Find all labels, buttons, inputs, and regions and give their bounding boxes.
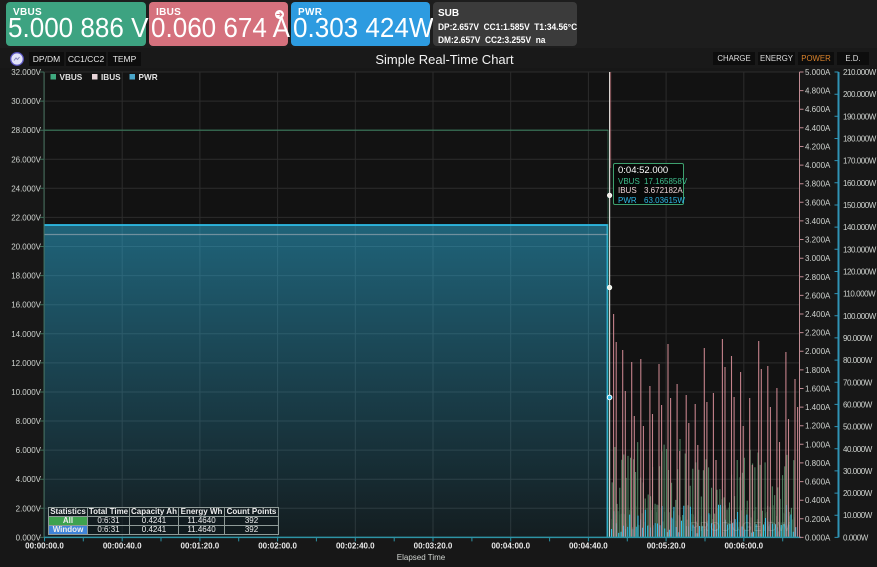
svg-text:8.000V: 8.000V (16, 417, 42, 426)
svg-text:140.000W: 140.000W (843, 223, 877, 232)
svg-text:3.800A: 3.800A (805, 180, 831, 189)
svg-text:190.000W: 190.000W (843, 112, 877, 121)
svg-text:Elapsed Time: Elapsed Time (397, 553, 446, 562)
svg-text:100.000W: 100.000W (843, 312, 877, 321)
svg-text:28.000V: 28.000V (11, 126, 41, 135)
svg-text:150.000W: 150.000W (843, 201, 877, 210)
svg-text:2.000V: 2.000V (16, 504, 42, 513)
svg-text:10.000W: 10.000W (843, 511, 873, 520)
svg-text:PWR: PWR (139, 73, 158, 82)
svg-text:2.000A: 2.000A (805, 347, 831, 356)
svg-text:1.200A: 1.200A (805, 422, 831, 431)
svg-text:22.000V: 22.000V (11, 213, 41, 222)
svg-text:10.000V: 10.000V (11, 388, 41, 397)
svg-text:32.000V: 32.000V (11, 68, 41, 77)
svg-text:3.200A: 3.200A (805, 236, 831, 245)
svg-text:00:03:20.0: 00:03:20.0 (414, 542, 453, 551)
svg-text:200.000W: 200.000W (843, 90, 877, 99)
svg-text:110.000W: 110.000W (843, 290, 876, 299)
svg-text:40.000W: 40.000W (843, 445, 873, 454)
svg-text:6.000V: 6.000V (16, 446, 42, 455)
svg-text:0.400A: 0.400A (805, 496, 831, 505)
svg-text:0.600A: 0.600A (805, 478, 831, 487)
svg-text:2.600A: 2.600A (805, 291, 831, 300)
svg-text:20.000W: 20.000W (843, 489, 873, 498)
svg-text:3.400A: 3.400A (805, 217, 831, 226)
svg-text:00:00:40.0: 00:00:40.0 (103, 542, 142, 551)
svg-text:26.000V: 26.000V (11, 155, 41, 164)
svg-text:00:06:00.0: 00:06:00.0 (724, 542, 763, 551)
svg-text:4.800A: 4.800A (805, 87, 831, 96)
svg-text:24.000V: 24.000V (11, 184, 41, 193)
svg-text:210.000W: 210.000W (843, 68, 877, 77)
svg-text:1.800A: 1.800A (805, 366, 831, 375)
svg-text:1.000A: 1.000A (805, 440, 831, 449)
svg-text:4.200A: 4.200A (805, 143, 831, 152)
svg-text:170.000W: 170.000W (843, 157, 877, 166)
svg-text:50.000W: 50.000W (843, 423, 873, 432)
svg-text:IBUS: IBUS (101, 73, 121, 82)
svg-text:00:05:20.0: 00:05:20.0 (647, 542, 686, 551)
svg-text:0.800A: 0.800A (805, 459, 831, 468)
svg-text:0.000A: 0.000A (805, 533, 831, 542)
svg-text:VBUS: VBUS (60, 73, 83, 82)
svg-text:PRODUGEIDW: PRODUGEIDW (690, 519, 791, 534)
svg-text:130.000W: 130.000W (843, 245, 877, 254)
svg-text:00:02:00.0: 00:02:00.0 (258, 542, 297, 551)
svg-text:00:04:00.0: 00:04:00.0 (491, 542, 530, 551)
svg-text:160.000W: 160.000W (843, 179, 877, 188)
svg-text:0.000W: 0.000W (843, 533, 869, 542)
svg-text:1.600A: 1.600A (805, 385, 831, 394)
svg-text:30.000W: 30.000W (843, 467, 873, 476)
svg-text:00:01:20.0: 00:01:20.0 (181, 542, 220, 551)
svg-text:80.000W: 80.000W (843, 356, 873, 365)
svg-text:4.600A: 4.600A (805, 105, 831, 114)
svg-text:12.000V: 12.000V (11, 359, 41, 368)
svg-text:5.000A: 5.000A (805, 68, 831, 77)
svg-text:18.000V: 18.000V (11, 272, 41, 281)
svg-text:120.000W: 120.000W (843, 268, 877, 277)
svg-text:90.000W: 90.000W (843, 334, 873, 343)
svg-text:4.000V: 4.000V (16, 475, 42, 484)
svg-text:2.400A: 2.400A (805, 310, 831, 319)
svg-text:70.000W: 70.000W (843, 378, 873, 387)
svg-text:2.800A: 2.800A (805, 273, 831, 282)
svg-text:20.000V: 20.000V (11, 243, 41, 252)
svg-text:16.000V: 16.000V (11, 301, 41, 310)
svg-text:00:02:40.0: 00:02:40.0 (336, 542, 375, 551)
svg-text:0.200A: 0.200A (805, 515, 831, 524)
svg-text:180.000W: 180.000W (843, 135, 877, 144)
svg-text:1.400A: 1.400A (805, 403, 831, 412)
svg-text:00:00:00.0: 00:00:00.0 (25, 542, 64, 551)
svg-text:60.000W: 60.000W (843, 400, 873, 409)
svg-text:3.000A: 3.000A (805, 254, 831, 263)
svg-text:14.000V: 14.000V (11, 330, 41, 339)
svg-text:2.200A: 2.200A (805, 329, 831, 338)
svg-text:3.600A: 3.600A (805, 198, 831, 207)
svg-text:00:04:40.0: 00:04:40.0 (569, 542, 608, 551)
svg-text:30.000V: 30.000V (11, 97, 41, 106)
svg-text:4.000A: 4.000A (805, 161, 831, 170)
svg-text:4.400A: 4.400A (805, 124, 831, 133)
